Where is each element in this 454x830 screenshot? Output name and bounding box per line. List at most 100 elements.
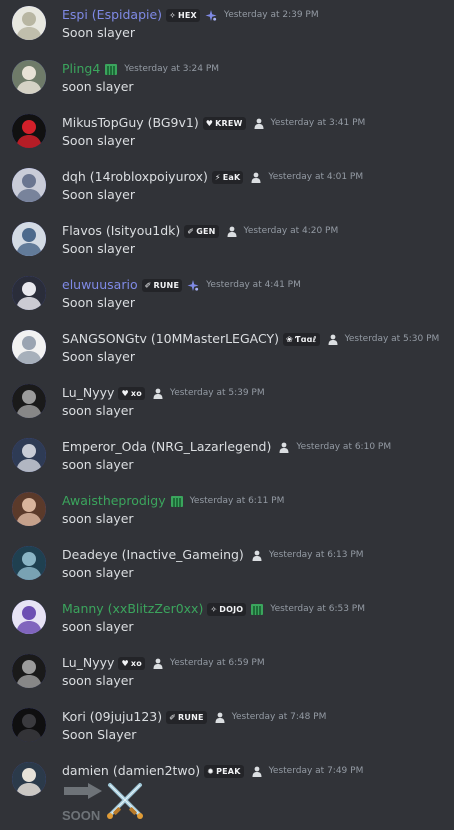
chat-message: Pling4 Yesterday at 3:24 PM soon slayer	[0, 54, 454, 108]
username[interactable]: Espi (Espidapie)	[62, 6, 162, 24]
username[interactable]: eluwuusario	[62, 276, 138, 294]
green-role-icon[interactable]	[170, 495, 183, 507]
timestamp: Yesterday at 5:39 PM	[169, 388, 265, 398]
chat-message: MikusTopGuy (BG9v1) ♥ KREW Yesterday at 3:4…	[0, 108, 454, 162]
server-tag-icon: ♥	[121, 388, 129, 398]
person-icon[interactable]	[328, 334, 338, 345]
message-text: soon slayer	[62, 565, 134, 580]
server-tag-label: PEAK	[216, 766, 241, 776]
message-text: soon slayer	[62, 619, 134, 634]
timestamp: Yesterday at 6:13 PM	[268, 550, 364, 560]
message-text: soon slayer	[62, 457, 134, 472]
person-icon[interactable]	[252, 550, 262, 561]
message-header: Lu_Nyyy ♥ xo Yesterday at 6:59 PM	[62, 654, 450, 672]
avatar-image	[12, 330, 46, 364]
person-icon[interactable]	[227, 226, 237, 237]
message-text: Soon slayer	[62, 295, 135, 310]
server-tag-badge[interactable]: ♥ xo	[118, 656, 145, 670]
message-header: Deadeye (Inactive_Gameing) Yesterday at 6…	[62, 546, 450, 564]
chat-message: Flavos (Isityou1dk) ✐ GEN Yesterday at 4:20…	[0, 216, 454, 270]
avatar[interactable]	[12, 168, 46, 202]
green-role-icon[interactable]	[105, 63, 118, 75]
message-text: soon slayer	[62, 511, 134, 526]
server-tag-badge[interactable]: ⚡ EaK	[211, 170, 244, 184]
server-tag-badge[interactable]: ♥ KREW	[202, 116, 246, 130]
server-tag-badge[interactable]: ✧ DOJO	[207, 602, 247, 616]
green-role-icon[interactable]	[251, 603, 264, 615]
avatar[interactable]	[12, 546, 46, 580]
timestamp: Yesterday at 6:11 PM	[189, 496, 285, 506]
message-header: Manny (xxBlitzZer0xx) ✧ DOJO Yesterday at 6…	[62, 600, 450, 618]
sparkle-icon[interactable]	[187, 279, 199, 291]
avatar[interactable]	[12, 60, 46, 94]
username[interactable]: Flavos (Isityou1dk)	[62, 222, 180, 240]
person-icon[interactable]	[252, 766, 262, 777]
message-text: soon slayer	[62, 673, 134, 688]
avatar[interactable]	[12, 708, 46, 742]
person-icon[interactable]	[215, 712, 225, 723]
avatar[interactable]	[12, 114, 46, 148]
avatar[interactable]	[12, 600, 46, 634]
username[interactable]: Lu_Nyyy	[62, 654, 114, 672]
timestamp: Yesterday at 6:10 PM	[296, 442, 392, 452]
person-icon[interactable]	[279, 442, 289, 453]
soon-slayer-emote[interactable]: SOON	[62, 779, 162, 823]
server-tag-badge[interactable]: ♥ xo	[118, 386, 145, 400]
avatar[interactable]	[12, 6, 46, 40]
svg-text:SOON: SOON	[62, 808, 100, 823]
message-header: Flavos (Isityou1dk) ✐ GEN Yesterday at 4:20…	[62, 222, 450, 240]
username[interactable]: dqh (14robloxpoiyurox)	[62, 168, 208, 186]
username[interactable]: Emperor_Oda (NRG_Lazarlegend)	[62, 438, 271, 456]
avatar-image	[12, 654, 46, 688]
server-tag-label: RUNE	[178, 712, 204, 722]
avatar-image	[12, 6, 46, 40]
timestamp: Yesterday at 3:41 PM	[270, 118, 366, 128]
username[interactable]: Deadeye (Inactive_Gameing)	[62, 546, 244, 564]
username[interactable]: SANGSONGtv (10MMasterLEGACY)	[62, 330, 279, 348]
username[interactable]: Lu_Nyyy	[62, 384, 114, 402]
message-header: Espi (Espidapie) ✧ HEX Yesterday at 2:39 PM	[62, 6, 450, 24]
person-icon[interactable]	[254, 118, 264, 129]
chat-message: Emperor_Oda (NRG_Lazarlegend) Yesterday a…	[0, 432, 454, 486]
server-tag-icon: ⚡	[214, 172, 221, 182]
server-tag-label: xo	[130, 388, 142, 398]
server-tag-badge[interactable]: ✹ PEAK	[204, 764, 244, 778]
server-tag-label: EaK	[222, 172, 241, 182]
person-icon[interactable]	[251, 172, 261, 183]
username[interactable]: Kori (09juju123)	[62, 708, 162, 726]
username[interactable]: Manny (xxBlitzZer0xx)	[62, 600, 203, 618]
avatar[interactable]	[12, 384, 46, 418]
server-tag-label: xo	[130, 658, 142, 668]
avatar[interactable]	[12, 222, 46, 256]
soon-emote-image: SOON	[62, 783, 143, 823]
sparkle-icon[interactable]	[205, 9, 217, 21]
server-tag-badge[interactable]: ✧ HEX	[166, 8, 200, 22]
avatar[interactable]	[12, 276, 46, 310]
server-tag-badge[interactable]: ✐ RUNE	[141, 278, 183, 292]
server-tag-icon: ✹	[207, 766, 215, 776]
username[interactable]: Pling4	[62, 60, 100, 78]
chat-message: Deadeye (Inactive_Gameing) Yesterday at 6…	[0, 540, 454, 594]
chat-message: eluwuusario ✐ RUNE Yesterday at 4:41 PM Soon…	[0, 270, 454, 324]
avatar[interactable]	[12, 762, 46, 796]
chat-message: SANGSONGtv (10MMasterLEGACY) ❀ Ƭɑɑℓ Yesterd…	[0, 324, 454, 378]
person-icon[interactable]	[153, 658, 163, 669]
message-header: eluwuusario ✐ RUNE Yesterday at 4:41 PM	[62, 276, 450, 294]
server-tag-badge[interactable]: ❀ Ƭɑɑℓ	[283, 332, 320, 346]
timestamp: Yesterday at 4:01 PM	[268, 172, 364, 182]
avatar[interactable]	[12, 654, 46, 688]
message-text: Soon slayer	[62, 187, 135, 202]
message-header: MikusTopGuy (BG9v1) ♥ KREW Yesterday at 3:4…	[62, 114, 450, 132]
timestamp: Yesterday at 4:20 PM	[243, 226, 339, 236]
avatar[interactable]	[12, 492, 46, 526]
avatar[interactable]	[12, 438, 46, 472]
server-tag-label: Ƭɑɑℓ	[294, 334, 317, 344]
username[interactable]: damien (damien2two)	[62, 762, 200, 780]
server-tag-badge[interactable]: ✐ RUNE	[166, 710, 207, 724]
avatar[interactable]	[12, 330, 46, 364]
username[interactable]: Awaistheprodigy	[62, 492, 166, 510]
server-tag-badge[interactable]: ✐ GEN	[184, 224, 219, 238]
person-icon[interactable]	[153, 388, 163, 399]
message-header: Emperor_Oda (NRG_Lazarlegend) Yesterday a…	[62, 438, 450, 456]
username[interactable]: MikusTopGuy (BG9v1)	[62, 114, 199, 132]
